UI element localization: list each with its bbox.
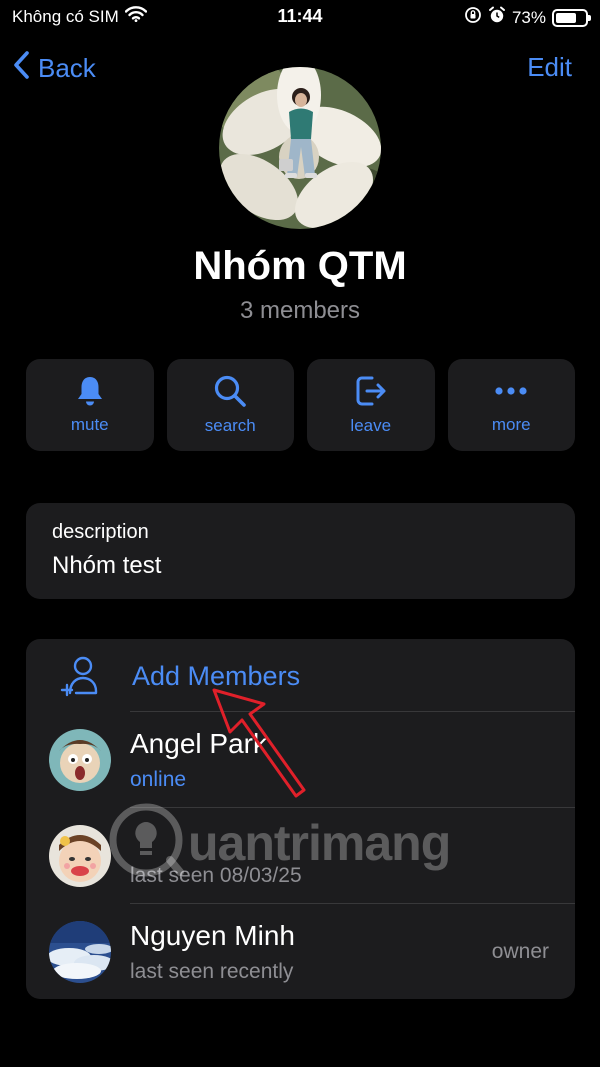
more-button[interactable]: more (447, 359, 575, 451)
orientation-lock-icon (464, 6, 482, 29)
search-label: search (204, 416, 256, 435)
alarm-icon (488, 6, 506, 29)
battery-percent: 73% (511, 7, 546, 27)
avatar (49, 921, 111, 983)
mute-label: mute (70, 415, 109, 434)
bell-icon (75, 375, 105, 407)
back-label: Back (38, 53, 96, 83)
status-right: 73% (464, 6, 591, 29)
leave-button[interactable]: leave (307, 359, 435, 451)
annotation-arrow-icon (210, 686, 310, 803)
member-row-nguyen-minh[interactable]: Nguyen Minh last seen recently owner (26, 904, 575, 999)
description-card[interactable]: description Nhóm test (26, 503, 575, 599)
member-status: last seen recently (130, 960, 294, 983)
description-label: description (52, 521, 149, 543)
search-icon (213, 374, 247, 408)
description-value: Nhóm test (52, 552, 162, 579)
owner-badge: owner (491, 940, 549, 963)
member-status: online (130, 768, 187, 791)
page-title: Nhóm QTM (193, 244, 407, 288)
more-icon (493, 375, 529, 407)
status-bar: Không có SIM 11:44 73% (0, 0, 600, 34)
edit-button[interactable]: Edit (527, 52, 572, 83)
avatar (49, 825, 111, 887)
add-user-icon (60, 655, 100, 702)
back-button[interactable]: Back (12, 50, 96, 87)
member-row-2[interactable]: last seen 08/03/25 (26, 808, 575, 904)
more-label: more (491, 415, 531, 434)
group-avatar[interactable] (219, 67, 381, 229)
search-button[interactable]: search (166, 359, 294, 451)
battery-icon (552, 8, 591, 27)
avatar (49, 729, 111, 791)
member-name: Nguyen Minh (130, 920, 295, 951)
leave-icon (354, 374, 388, 408)
member-status: last seen 08/03/25 (130, 864, 302, 887)
leave-label: leave (350, 416, 392, 435)
chevron-left-icon (12, 50, 30, 87)
action-bar: mute search leave more (26, 359, 575, 451)
mute-button[interactable]: mute (26, 359, 154, 451)
member-count: 3 members (239, 297, 361, 324)
